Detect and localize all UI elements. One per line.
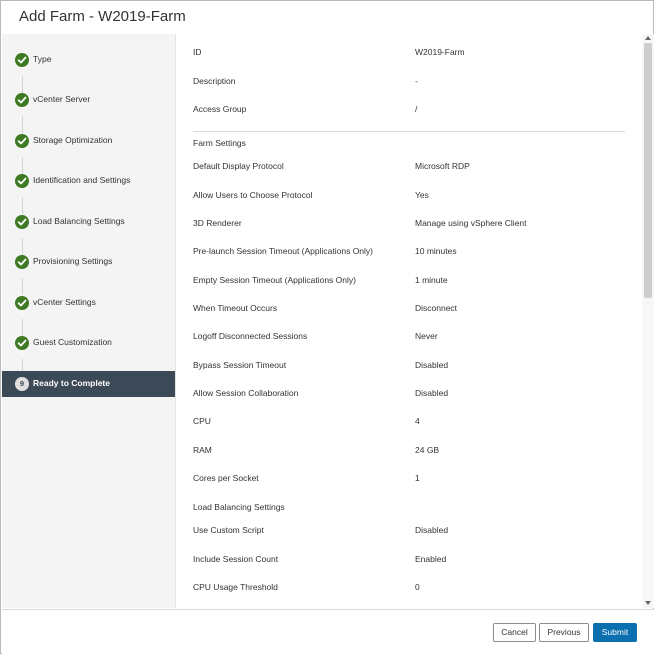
check-icon <box>15 296 29 310</box>
summary-value: Disabled <box>415 360 449 370</box>
summary-key: Include Session Count <box>193 554 279 564</box>
summary-value: Microsoft RDP <box>415 161 470 171</box>
summary-row: Use Custom Script Disabled <box>193 525 633 539</box>
check-icon <box>15 215 29 229</box>
wizard-step-ready-to-complete[interactable]: 9 Ready to Complete <box>2 371 175 397</box>
wizard-step-load-balancing-settings[interactable]: Load Balancing Settings <box>2 209 175 235</box>
scroll-up-arrow-icon[interactable] <box>645 36 651 40</box>
summary-row: RAM 24 GB <box>193 445 633 459</box>
summary-row: Bypass Session Timeout Disabled <box>193 360 633 374</box>
wizard-step-label: vCenter Settings <box>33 297 96 307</box>
section-heading-farm-settings: Farm Settings <box>193 138 246 148</box>
summary-key: Cores per Socket <box>193 473 259 483</box>
wizard-step-label: Provisioning Settings <box>33 256 113 266</box>
summary-row: Logoff Disconnected Sessions Never <box>193 331 633 345</box>
summary-row: Allow Users to Choose Protocol Yes <box>193 190 633 204</box>
summary-row: CPU 4 <box>193 416 633 430</box>
summary-value: Disabled <box>415 388 449 398</box>
summary-key: Pre-launch Session Timeout (Applications… <box>193 246 373 256</box>
wizard-step-label: vCenter Server <box>33 94 91 104</box>
summary-key: ID <box>193 47 202 57</box>
summary-row: When Timeout Occurs Disconnect <box>193 303 633 317</box>
summary-key: Access Group <box>193 104 247 114</box>
wizard-step-label: Identification and Settings <box>33 175 131 185</box>
scroll-down-arrow-icon[interactable] <box>645 601 651 605</box>
summary-key: Description <box>193 76 236 86</box>
summary-key: CPU <box>193 416 211 426</box>
summary-value: Enabled <box>415 554 447 564</box>
vertical-scrollbar[interactable] <box>642 34 654 608</box>
summary-key: Use Custom Script <box>193 525 264 535</box>
dialog-title: Add Farm - W2019-Farm <box>19 8 186 25</box>
summary-row: Default Display Protocol Microsoft RDP <box>193 161 633 175</box>
summary-value: Never <box>415 331 438 341</box>
summary-key: Logoff Disconnected Sessions <box>193 331 308 341</box>
check-icon <box>15 255 29 269</box>
summary-row: Pre-launch Session Timeout (Applications… <box>193 246 633 260</box>
summary-value: 24 GB <box>415 445 440 455</box>
summary-row: ID W2019-Farm <box>193 47 633 61</box>
summary-value: - <box>415 76 418 86</box>
summary-row: 3D Renderer Manage using vSphere Client <box>193 218 633 232</box>
summary-value: Disabled <box>415 525 449 535</box>
section-heading-load-balancing: Load Balancing Settings <box>193 502 285 512</box>
summary-value: / <box>415 104 418 114</box>
summary-row: Description - <box>193 76 633 90</box>
summary-key: Allow Session Collaboration <box>193 388 299 398</box>
summary-value: 0 <box>415 582 420 592</box>
wizard-step-label: Guest Customization <box>33 337 112 347</box>
wizard-steps-sidebar: Type vCenter Server Storage Optimization… <box>2 34 176 608</box>
wizard-step-vcenter-settings[interactable]: vCenter Settings <box>2 290 175 316</box>
check-icon <box>15 134 29 148</box>
summary-value: 10 minutes <box>415 246 457 256</box>
step-number-badge: 9 <box>15 377 29 391</box>
wizard-step-vcenter-server[interactable]: vCenter Server <box>2 87 175 113</box>
summary-key: CPU Usage Threshold <box>193 582 278 592</box>
summary-value: W2019-Farm <box>415 47 465 57</box>
check-icon <box>15 174 29 188</box>
summary-row: Include Session Count Enabled <box>193 554 633 568</box>
wizard-step-type[interactable]: Type <box>2 47 175 73</box>
summary-value: Disconnect <box>415 303 458 313</box>
summary-key: 3D Renderer <box>193 218 242 228</box>
summary-value: 4 <box>415 416 420 426</box>
wizard-step-guest-customization[interactable]: Guest Customization <box>2 330 175 356</box>
summary-key: Bypass Session Timeout <box>193 360 287 370</box>
summary-value: 1 <box>415 473 420 483</box>
check-icon <box>15 93 29 107</box>
submit-button[interactable]: Submit <box>593 623 637 642</box>
summary-row: Cores per Socket 1 <box>193 473 633 487</box>
wizard-step-label: Load Balancing Settings <box>33 216 125 226</box>
summary-value: Yes <box>415 190 429 200</box>
summary-key: Allow Users to Choose Protocol <box>193 190 313 200</box>
wizard-step-label: Ready to Complete <box>33 378 110 388</box>
summary-key: RAM <box>193 445 212 455</box>
summary-row: Allow Session Collaboration Disabled <box>193 388 633 402</box>
check-icon <box>15 53 29 67</box>
summary-key: Default Display Protocol <box>193 161 284 171</box>
step-number: 9 <box>19 379 25 388</box>
summary-row: CPU Usage Threshold 0 <box>193 582 633 596</box>
add-farm-dialog: Add Farm - W2019-Farm Type vCenter Serve… <box>0 0 654 654</box>
step-connector <box>22 359 23 371</box>
summary-value: Manage using vSphere Client <box>415 218 527 228</box>
dialog-footer: Cancel Previous Submit <box>2 609 654 654</box>
wizard-step-storage-optimization[interactable]: Storage Optimization <box>2 128 175 154</box>
summary-key: Empty Session Timeout (Applications Only… <box>193 275 356 285</box>
summary-value: 1 minute <box>415 275 448 285</box>
wizard-step-provisioning-settings[interactable]: Provisioning Settings <box>2 249 175 275</box>
cancel-button[interactable]: Cancel <box>493 623 536 642</box>
wizard-step-identification-settings[interactable]: Identification and Settings <box>2 168 175 194</box>
check-icon <box>15 336 29 350</box>
section-divider <box>193 131 625 132</box>
scrollbar-thumb[interactable] <box>644 43 652 298</box>
wizard-step-label: Type <box>33 54 52 64</box>
wizard-step-label: Storage Optimization <box>33 135 113 145</box>
summary-panel: ID W2019-Farm Description - Access Group… <box>177 34 642 608</box>
summary-key: When Timeout Occurs <box>193 303 278 313</box>
previous-button[interactable]: Previous <box>539 623 589 642</box>
summary-row: Empty Session Timeout (Applications Only… <box>193 275 633 289</box>
summary-row: Access Group / <box>193 104 633 118</box>
